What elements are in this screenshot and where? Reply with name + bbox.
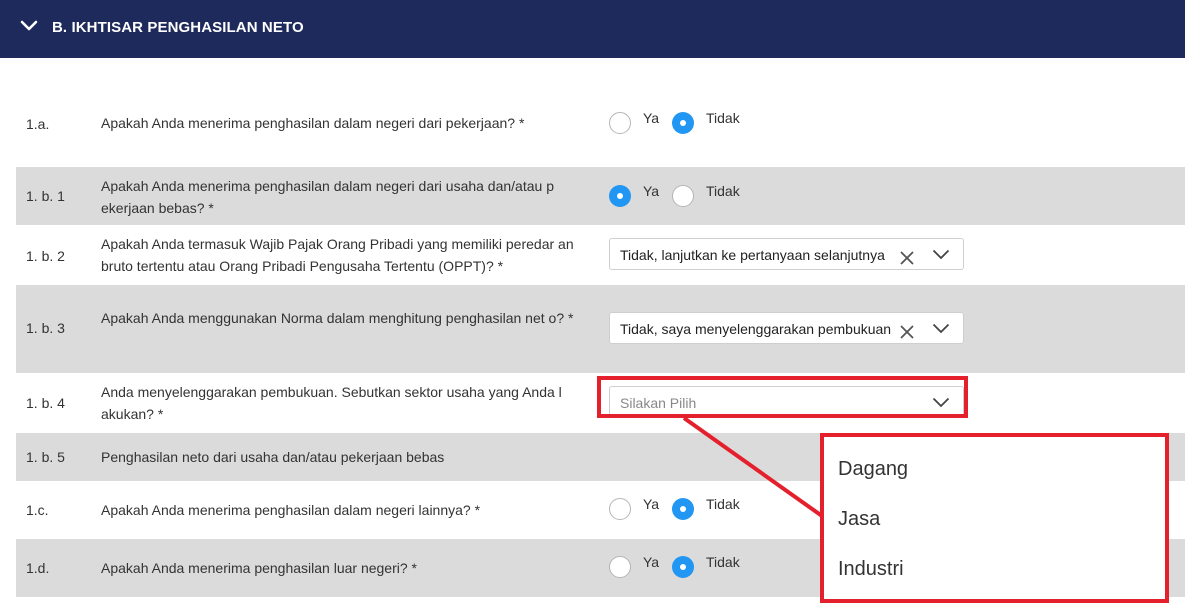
dropdown-option-dagang[interactable]: Dagang (838, 458, 908, 481)
sektor-dropdown-menu: Dagang Jasa Industri (820, 433, 1169, 603)
dropdown-option-jasa[interactable]: Jasa (838, 508, 880, 531)
dropdown-option-industri[interactable]: Industri (838, 558, 904, 581)
